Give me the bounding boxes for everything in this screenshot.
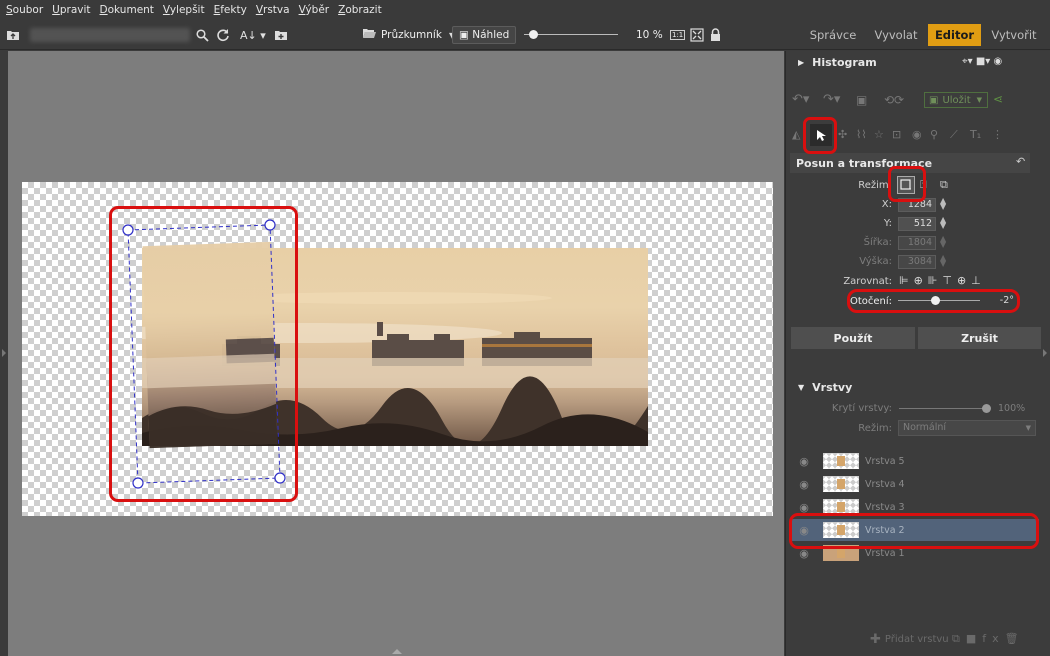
layer-row[interactable]: ◉ Vrstva 5 xyxy=(791,450,1039,472)
mode-rotate-icon[interactable]: ⍐ xyxy=(920,178,927,192)
mode-scale-icon[interactable]: ⧉ xyxy=(940,178,948,192)
eye-icon[interactable]: ◉ xyxy=(791,524,817,537)
layer-thumbnail xyxy=(823,545,859,561)
rotation-slider-knob[interactable] xyxy=(930,296,940,305)
save-button[interactable]: ▣ Uložit ▼ xyxy=(924,92,988,108)
eye-icon[interactable]: ◉ xyxy=(912,128,922,141)
reset-icon[interactable]: ↶ xyxy=(1016,155,1025,168)
layer-row[interactable]: ◉ Vrstva 4 xyxy=(791,473,1039,495)
right-panel-toggle[interactable] xyxy=(1043,349,1047,357)
y-field[interactable]: 512 xyxy=(898,217,936,231)
opacity-value: 100% xyxy=(998,403,1026,414)
perspective-icon[interactable]: ⌇⌇ xyxy=(856,128,867,141)
undo-icon[interactable]: ↶▾ xyxy=(792,92,809,107)
align-label: Zarovnat: xyxy=(843,276,892,287)
brush-icon[interactable]: ◭ xyxy=(792,128,800,141)
blend-mode-select[interactable]: Normální ▼ xyxy=(898,420,1036,436)
rotation-value: -2° xyxy=(999,295,1014,306)
transform-handle-tr xyxy=(264,219,276,231)
layer-thumbnail xyxy=(823,476,859,492)
eye-icon[interactable]: ◉ xyxy=(791,501,817,514)
rotation-label: Otočení: xyxy=(849,296,892,307)
layer-row[interactable]: ◉ Vrstva 3 xyxy=(791,496,1039,518)
tab-vyvolat[interactable]: Vyvolat xyxy=(867,24,925,46)
paint-icon[interactable]: ⟋ xyxy=(950,128,958,142)
eye-icon[interactable]: ◉ xyxy=(791,547,817,560)
transform-header: Posun a transformace xyxy=(790,153,1030,173)
histogram-options-icon[interactable]: ⌖▾ ■▾ ◉ xyxy=(962,56,1002,67)
save-icon: ▣ xyxy=(929,94,939,106)
transform-bounding-box[interactable] xyxy=(0,0,790,656)
add-layer-button[interactable]: ✚ Přidat vrstvu xyxy=(870,632,949,647)
tab-editor[interactable]: Editor xyxy=(928,24,981,46)
shape-icon[interactable]: ☆ xyxy=(874,128,884,141)
pointer-icon xyxy=(817,129,826,141)
bottom-panel-toggle[interactable] xyxy=(392,649,402,654)
x-field[interactable]: 1284 xyxy=(898,198,936,212)
redo-icon[interactable]: ↷▾ xyxy=(823,92,840,107)
layer-actions-icons[interactable]: ⧉■fx🗑 xyxy=(952,632,1025,646)
chevron-down-icon: ▼ xyxy=(1025,424,1031,432)
image-icon[interactable]: ▣ xyxy=(856,93,867,107)
transform-handle-bl xyxy=(132,477,144,489)
layers-header[interactable]: ▼ Vrstvy xyxy=(798,377,1038,397)
layer-row[interactable]: ◉ Vrstva 1 xyxy=(791,542,1039,564)
width-stepper-icon[interactable]: ▲ ▼ xyxy=(940,235,946,249)
text-box-icon[interactable]: ⊡ xyxy=(892,128,901,141)
more-tools-icon[interactable]: ⋮ xyxy=(992,128,1003,141)
transform-handle-br xyxy=(274,472,286,484)
opacity-label: Krytí vrstvy: xyxy=(831,403,892,414)
height-stepper-icon[interactable]: ▲ ▼ xyxy=(940,254,946,268)
chevron-right-icon: ▶ xyxy=(798,57,805,67)
width-field[interactable]: 1804 xyxy=(898,236,936,250)
width-label: Šířka: xyxy=(863,237,892,248)
text-icon[interactable]: T₁ xyxy=(970,128,981,141)
tab-spravce[interactable]: Správce xyxy=(805,24,861,46)
align-icons[interactable]: ⊫⊕⊪⊤⊕⊥ xyxy=(899,274,986,287)
layer-row-selected[interactable]: ◉ Vrstva 2 xyxy=(791,519,1039,541)
rotate-icon[interactable]: ⟲⟳ xyxy=(884,93,904,107)
height-label: Výška: xyxy=(859,256,892,267)
blend-label: Režim: xyxy=(858,423,892,434)
move-mode-icon xyxy=(900,179,911,190)
transform-handle-tl xyxy=(122,224,134,236)
layer-thumbnail xyxy=(823,522,859,538)
opacity-slider-track xyxy=(899,408,987,409)
opacity-slider-knob[interactable] xyxy=(982,404,991,413)
mode-label: Režim: xyxy=(858,180,892,191)
share-icon[interactable]: ⋖ xyxy=(993,92,1003,106)
layer-thumbnail xyxy=(823,499,859,515)
y-label: Y: xyxy=(883,218,892,229)
y-stepper-icon[interactable]: ▲ ▼ xyxy=(940,216,946,230)
cancel-button[interactable]: Zrušit xyxy=(918,327,1041,349)
eye-icon[interactable]: ◉ xyxy=(791,478,817,491)
stamp-icon[interactable]: ⚲ xyxy=(930,128,938,141)
chevron-down-icon: ▼ xyxy=(798,382,805,392)
tab-vytvorit[interactable]: Vytvořit xyxy=(985,24,1043,46)
crop-icon[interactable]: ✣ xyxy=(838,128,847,141)
x-stepper-icon[interactable]: ▲ ▼ xyxy=(940,197,946,211)
plus-icon: ✚ xyxy=(870,632,881,647)
eye-icon[interactable]: ◉ xyxy=(791,455,817,468)
mode-move-button[interactable] xyxy=(897,176,915,194)
apply-button[interactable]: Použít xyxy=(791,327,915,349)
height-field[interactable]: 3084 xyxy=(898,255,936,269)
move-tool-button[interactable] xyxy=(810,124,832,146)
x-label: X: xyxy=(881,199,892,210)
layer-thumbnail xyxy=(823,453,859,469)
